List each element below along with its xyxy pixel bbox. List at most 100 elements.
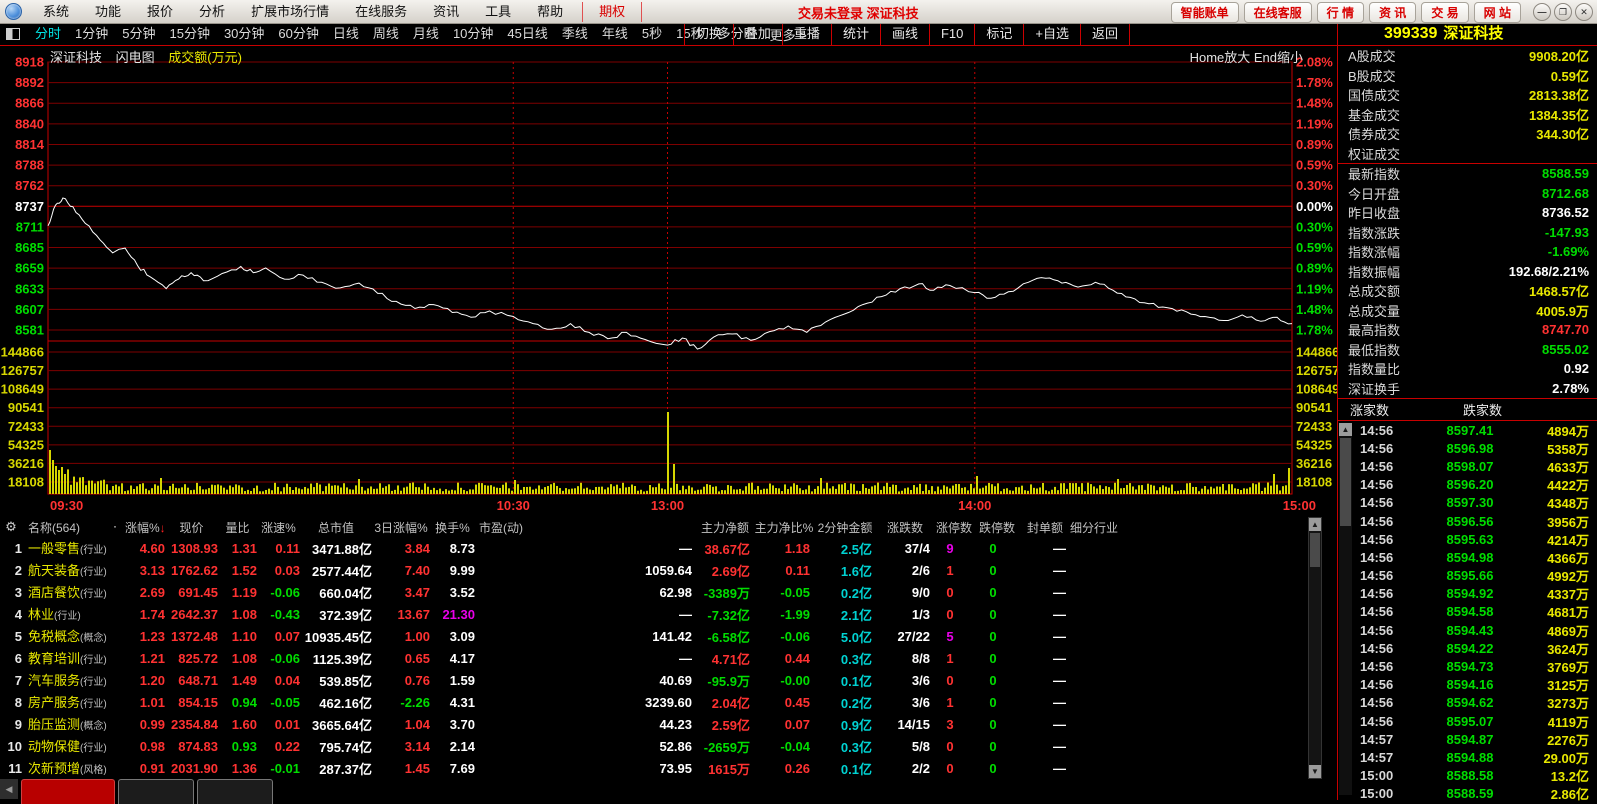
- cell-6: 8.73: [430, 541, 475, 556]
- column-header-1[interactable]: 现价: [165, 519, 218, 536]
- tab-scroll-left-icon[interactable]: ◀: [0, 779, 18, 799]
- action-button-5[interactable]: F10: [929, 23, 974, 45]
- column-header-12[interactable]: 涨停数: [934, 519, 974, 536]
- menu-item-0[interactable]: 系统: [30, 1, 82, 23]
- period-tab-8[interactable]: 月线: [406, 23, 446, 45]
- column-header-11[interactable]: 涨跌数: [876, 519, 934, 536]
- period-tab-0[interactable]: 分时: [28, 23, 68, 45]
- column-header-15[interactable]: 细分行业: [1070, 519, 1184, 536]
- svg-text:54325: 54325: [8, 437, 44, 452]
- column-header-5[interactable]: 3日涨幅%: [372, 519, 430, 536]
- minimize-button[interactable]: —: [1533, 3, 1551, 21]
- tick-price: 8597.41: [1424, 423, 1516, 438]
- cell-8: 1615万: [692, 759, 750, 778]
- table-row[interactable]: 4林业(行业)1.742642.371.08-0.43372.39亿13.672…: [0, 603, 1337, 625]
- tick-scrollbar[interactable]: ▲: [1339, 423, 1352, 795]
- period-tab-6[interactable]: 日线: [326, 23, 366, 45]
- cell-0: 0.91: [125, 761, 165, 776]
- period-tab-11[interactable]: 季线: [555, 23, 595, 45]
- menu-item-8[interactable]: 帮助: [524, 1, 576, 23]
- column-header-6[interactable]: 换手%: [430, 519, 475, 536]
- scroll-up-icon[interactable]: ▲: [1309, 518, 1321, 531]
- sector-name: 教育培训: [28, 651, 80, 666]
- table-row[interactable]: 6教育培训(行业)1.21825.721.08-0.061125.39亿0.65…: [0, 647, 1337, 669]
- action-button-6[interactable]: 标记: [974, 23, 1023, 45]
- menu-item-3[interactable]: 分析: [186, 1, 238, 23]
- column-header-7[interactable]: 市盈(动): [475, 519, 696, 536]
- menu-item-options[interactable]: 期权: [582, 2, 642, 22]
- close-button[interactable]: ✕: [1575, 3, 1593, 21]
- table-scrollbar[interactable]: ▲ ▼: [1308, 517, 1322, 779]
- period-tab-12[interactable]: 年线: [595, 23, 635, 45]
- column-header-8[interactable]: 主力净额: [696, 519, 754, 536]
- action-button-3[interactable]: 统计: [831, 23, 880, 45]
- action-button-7[interactable]: +自选: [1023, 23, 1080, 45]
- period-tab-13[interactable]: 5秒: [635, 23, 669, 45]
- action-button-1[interactable]: 叠加: [733, 23, 782, 45]
- bottom-tab-active[interactable]: [21, 779, 115, 804]
- minute-chart[interactable]: 89182.08%88921.78%88661.48%88401.19%8814…: [0, 46, 1337, 517]
- column-header-4[interactable]: 总市值: [300, 519, 372, 536]
- period-tab-1[interactable]: 1分钟: [68, 23, 115, 45]
- table-row[interactable]: 5免税概念(概念)1.231372.481.100.0710935.45亿1.0…: [0, 625, 1337, 647]
- svg-text:126757: 126757: [1, 363, 44, 378]
- bottom-tab-2[interactable]: [118, 779, 194, 804]
- action-button-4[interactable]: 画线: [880, 23, 929, 45]
- panel-stat-row: 最低指数8555.02: [1338, 340, 1597, 360]
- column-header-name[interactable]: 名称(564)·: [22, 519, 125, 536]
- table-row[interactable]: 1一般零售(行业)4.601308.931.310.113471.88亿3.84…: [0, 537, 1337, 559]
- column-header-14[interactable]: 封单额: [1020, 519, 1070, 536]
- action-button-2[interactable]: 重播: [782, 23, 831, 45]
- sector-tag: (行业): [80, 545, 107, 556]
- cell-9: 0.07: [750, 717, 810, 732]
- titlebar-button-2[interactable]: 行 情: [1317, 2, 1364, 23]
- titlebar-button-5[interactable]: 网 站: [1474, 2, 1521, 23]
- menu-item-7[interactable]: 工具: [472, 1, 524, 23]
- column-header-13[interactable]: 跌停数: [974, 519, 1020, 536]
- period-tab-2[interactable]: 5分钟: [115, 23, 162, 45]
- layout-toggle-icon[interactable]: [6, 28, 20, 40]
- tick-scrollbar-thumb[interactable]: [1340, 438, 1351, 526]
- table-row[interactable]: 11次新预增(风格)0.912031.901.36-0.01287.37亿1.4…: [0, 757, 1337, 779]
- cell-7: 44.23: [475, 717, 692, 732]
- table-row[interactable]: 7汽车服务(行业)1.20648.711.490.04539.85亿0.761.…: [0, 669, 1337, 691]
- table-row[interactable]: 2航天装备(行业)3.131762.621.520.032577.44亿7.40…: [0, 559, 1337, 581]
- table-row[interactable]: 9胎压监测(概念)0.992354.841.600.013665.64亿1.04…: [0, 713, 1337, 735]
- cell-8: 2.04亿: [692, 693, 750, 712]
- titlebar-button-0[interactable]: 智能账单: [1171, 2, 1239, 23]
- table-settings-gear-icon[interactable]: ⚙: [0, 519, 22, 535]
- chart-indicator-label[interactable]: 成交额(万元): [168, 50, 242, 65]
- menu-item-1[interactable]: 功能: [82, 1, 134, 23]
- column-header-0[interactable]: 涨幅%↓: [125, 519, 165, 536]
- menu-item-5[interactable]: 在线服务: [342, 1, 420, 23]
- table-row[interactable]: 10动物保健(行业)0.98874.830.930.22795.74亿3.142…: [0, 735, 1337, 757]
- table-row[interactable]: 8房产服务(行业)1.01854.150.94-0.05462.16亿-2.26…: [0, 691, 1337, 713]
- cell-6: 21.30: [430, 607, 475, 622]
- scrollbar-thumb[interactable]: [1310, 533, 1320, 567]
- column-header-9[interactable]: 主力净比%: [754, 519, 814, 536]
- titlebar-button-1[interactable]: 在线客服: [1244, 2, 1312, 23]
- period-tab-10[interactable]: 45日线: [500, 23, 554, 45]
- period-tab-3[interactable]: 15分钟: [162, 23, 216, 45]
- period-tab-4[interactable]: 30分钟: [217, 23, 271, 45]
- quote-panel: 399339深证科技 A股成交9908.20亿B股成交0.59亿国债成交2813…: [1338, 23, 1597, 800]
- table-row[interactable]: 3酒店餐饮(行业)2.69691.451.19-0.06660.04亿3.473…: [0, 581, 1337, 603]
- cell-7: —: [475, 541, 692, 556]
- column-header-3[interactable]: 涨速%: [257, 519, 300, 536]
- menu-item-4[interactable]: 扩展市场行情: [238, 1, 342, 23]
- titlebar-button-3[interactable]: 资 讯: [1369, 2, 1416, 23]
- column-header-2[interactable]: 量比: [218, 519, 257, 536]
- action-button-8[interactable]: 返回: [1080, 23, 1130, 45]
- period-tab-7[interactable]: 周线: [366, 23, 406, 45]
- period-tab-9[interactable]: 10分钟: [446, 23, 500, 45]
- restore-button[interactable]: ❐: [1554, 3, 1572, 21]
- menu-item-2[interactable]: 报价: [134, 1, 186, 23]
- scroll-down-icon[interactable]: ▼: [1309, 765, 1321, 778]
- titlebar-button-4[interactable]: 交 易: [1421, 2, 1468, 23]
- bottom-tab-3[interactable]: [197, 779, 273, 804]
- period-tab-5[interactable]: 60分钟: [271, 23, 325, 45]
- menu-item-6[interactable]: 资讯: [420, 1, 472, 23]
- action-button-0[interactable]: 切换: [684, 23, 733, 45]
- tick-scroll-up-icon[interactable]: ▲: [1339, 423, 1352, 436]
- column-header-10[interactable]: 2分钟金额: [814, 519, 876, 536]
